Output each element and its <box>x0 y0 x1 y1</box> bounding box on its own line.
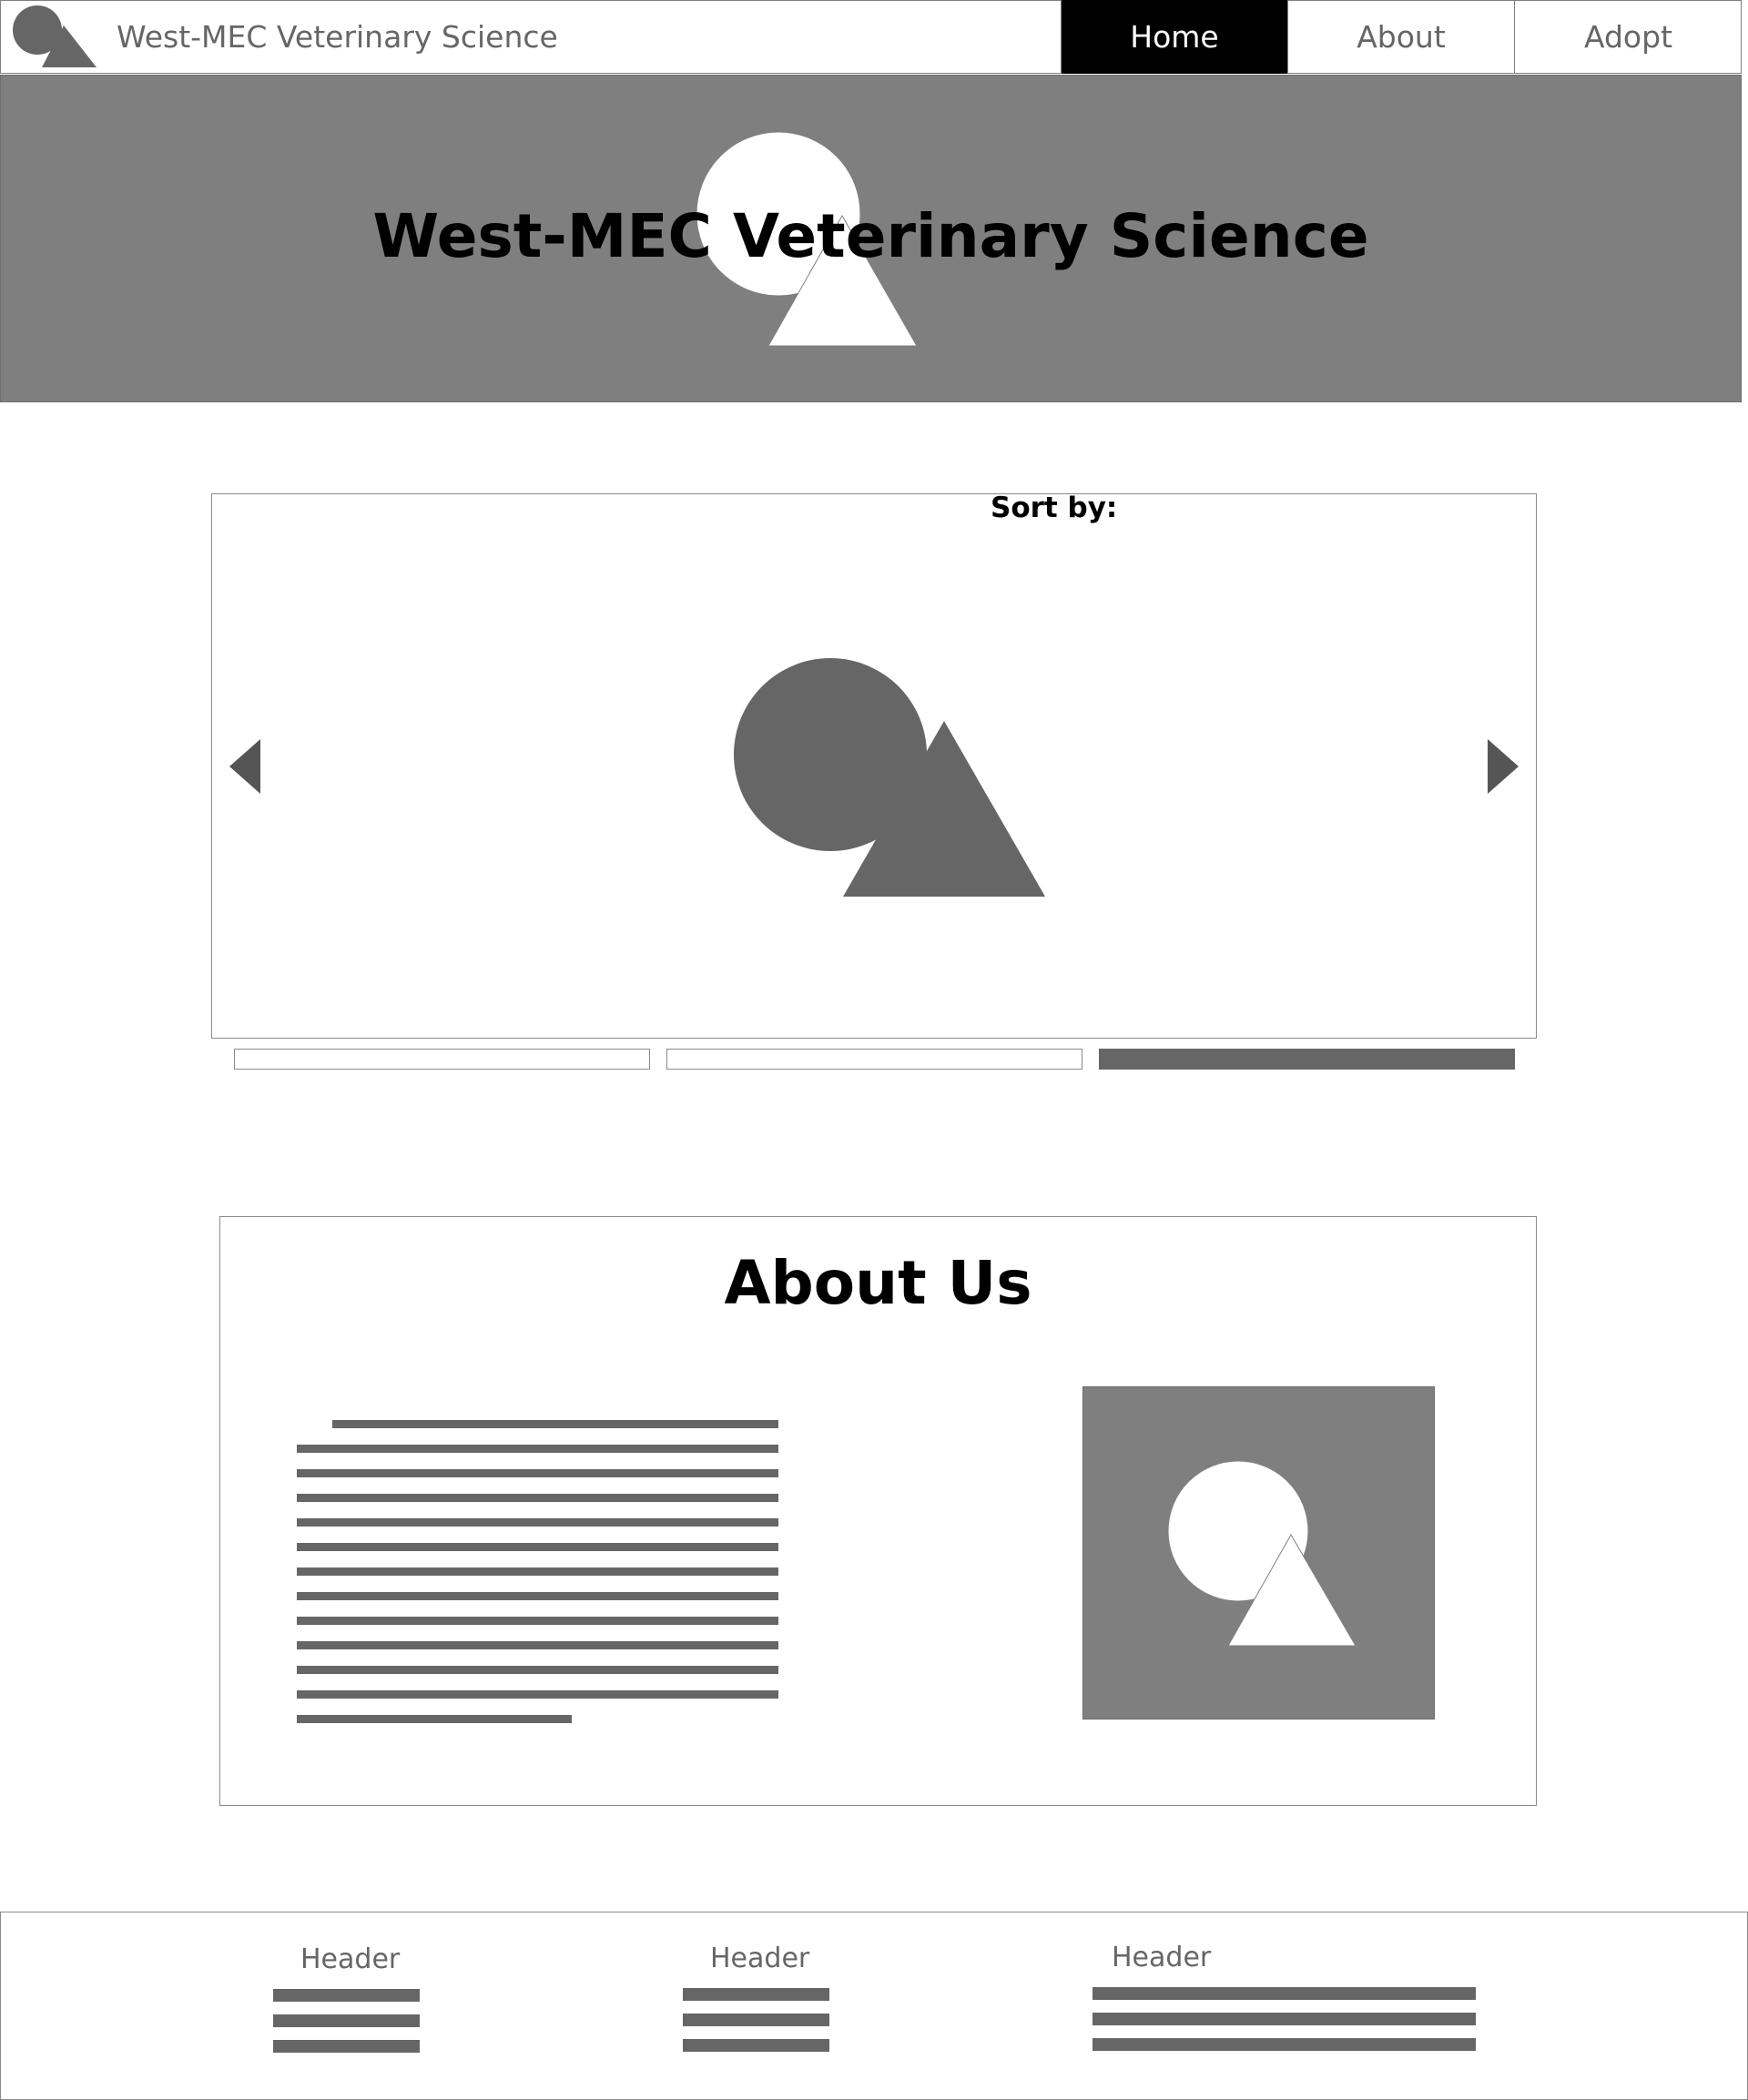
about-image-placeholder-icon <box>1082 1386 1435 1720</box>
nav-home[interactable]: Home <box>1061 0 1287 74</box>
logo-placeholder-icon[interactable] <box>13 5 98 69</box>
nav-about[interactable]: About <box>1287 0 1514 74</box>
footer <box>0 1912 1748 2100</box>
nav-home-label: Home <box>1130 19 1219 55</box>
site-brand[interactable]: West-MEC Veterinary Science <box>117 18 558 56</box>
about-title: About Us <box>724 1248 1032 1318</box>
nav-about-label: About <box>1357 19 1446 55</box>
footer-column-3-header: Header <box>1112 1942 1212 1973</box>
nav-adopt-label: Adopt <box>1583 19 1673 55</box>
carousel-indicator-2[interactable] <box>666 1049 1082 1070</box>
footer-column-2-links <box>683 1987 830 2054</box>
footer-column-3-links <box>1092 1986 1477 2054</box>
carousel-slide-placeholder-icon[interactable] <box>733 657 1047 898</box>
carousel-indicator-3-active[interactable] <box>1099 1049 1515 1070</box>
footer-column-2-header: Header <box>710 1943 810 1974</box>
footer-column-1-links <box>273 1988 421 2055</box>
footer-column-1-header: Header <box>300 1943 401 1975</box>
carousel-prev-arrow-icon[interactable] <box>229 739 260 794</box>
nav-adopt[interactable]: Adopt <box>1514 0 1742 74</box>
carousel-next-arrow-icon[interactable] <box>1488 739 1519 794</box>
carousel-indicator-1[interactable] <box>234 1049 650 1070</box>
about-text-placeholder <box>296 1415 780 1725</box>
sort-by-label[interactable]: Sort by: <box>991 490 1117 526</box>
hero-title: West-MEC Veterinary Science <box>372 201 1369 271</box>
